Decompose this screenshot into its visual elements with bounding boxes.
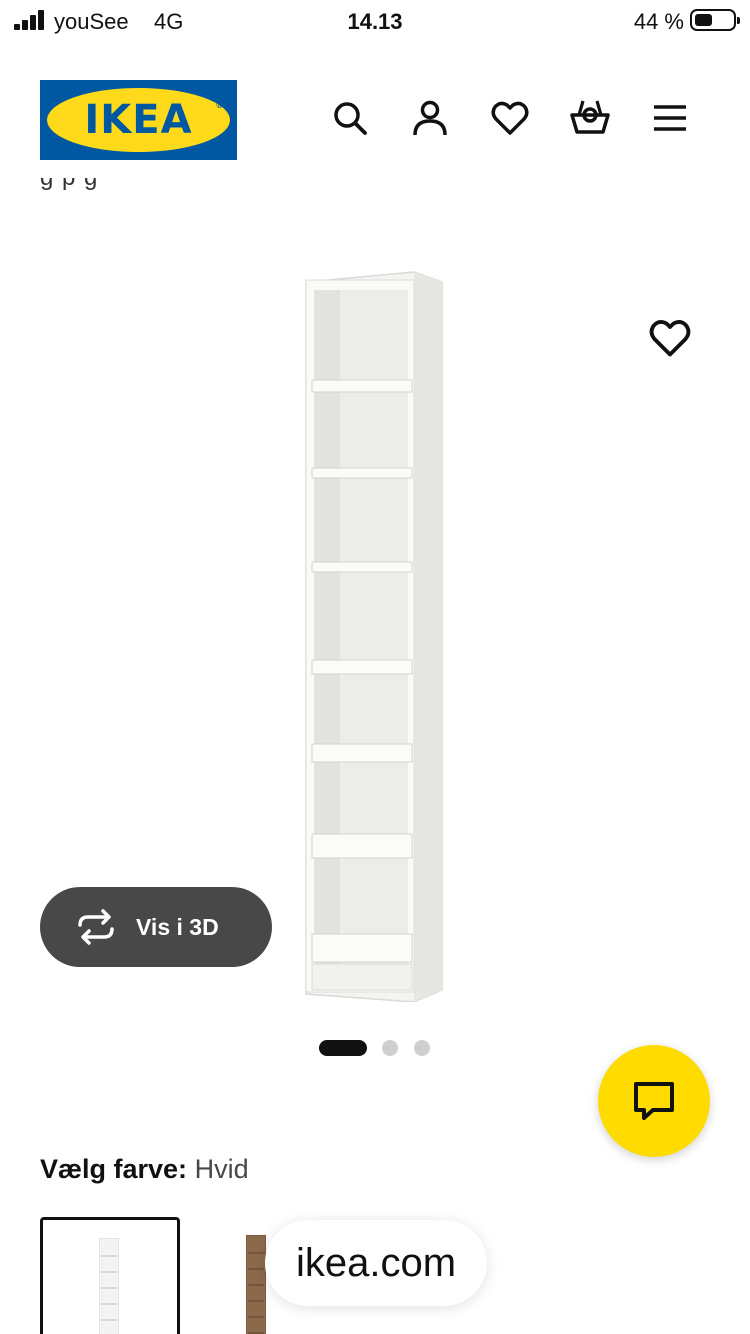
- color-selection-heading: Vælg farve: Hvid: [40, 1154, 249, 1185]
- add-to-favourites-icon[interactable]: [648, 316, 692, 360]
- color-option-white[interactable]: [40, 1217, 180, 1334]
- ikea-logo[interactable]: IKEA ®: [40, 80, 237, 160]
- battery-percent: 44 %: [633, 9, 684, 34]
- carousel-dot[interactable]: [382, 1040, 398, 1056]
- carousel-dot[interactable]: [414, 1040, 430, 1056]
- scrolled-text-fragment: g p g: [40, 178, 440, 204]
- site-header: IKEA ®: [0, 78, 750, 162]
- battery-icon: [690, 9, 740, 31]
- logo-text: IKEA: [84, 97, 193, 143]
- menu-icon[interactable]: [650, 98, 690, 142]
- search-icon[interactable]: [330, 98, 370, 142]
- chat-icon: [634, 1082, 674, 1120]
- image-carousel-indicator: [318, 1038, 458, 1056]
- product-image[interactable]: [290, 262, 460, 1003]
- color-label: Vælg farve:: [40, 1154, 188, 1184]
- basket-icon[interactable]: [570, 98, 610, 142]
- heart-icon[interactable]: [490, 98, 530, 142]
- view-in-3d-button[interactable]: Vis i 3D: [40, 887, 272, 967]
- url-text: ikea.com: [295, 1240, 457, 1285]
- user-icon[interactable]: [410, 98, 450, 142]
- view-in-3d-label: Vis i 3D: [136, 913, 219, 940]
- carousel-dot-active[interactable]: [319, 1040, 367, 1056]
- chat-button[interactable]: [598, 1045, 710, 1157]
- rotate-3d-icon: [78, 909, 114, 945]
- color-value: Hvid: [194, 1154, 249, 1184]
- browser-url-bar[interactable]: ikea.com: [265, 1220, 487, 1306]
- status-bar: youSee 4G 14.13 44 %: [0, 0, 750, 44]
